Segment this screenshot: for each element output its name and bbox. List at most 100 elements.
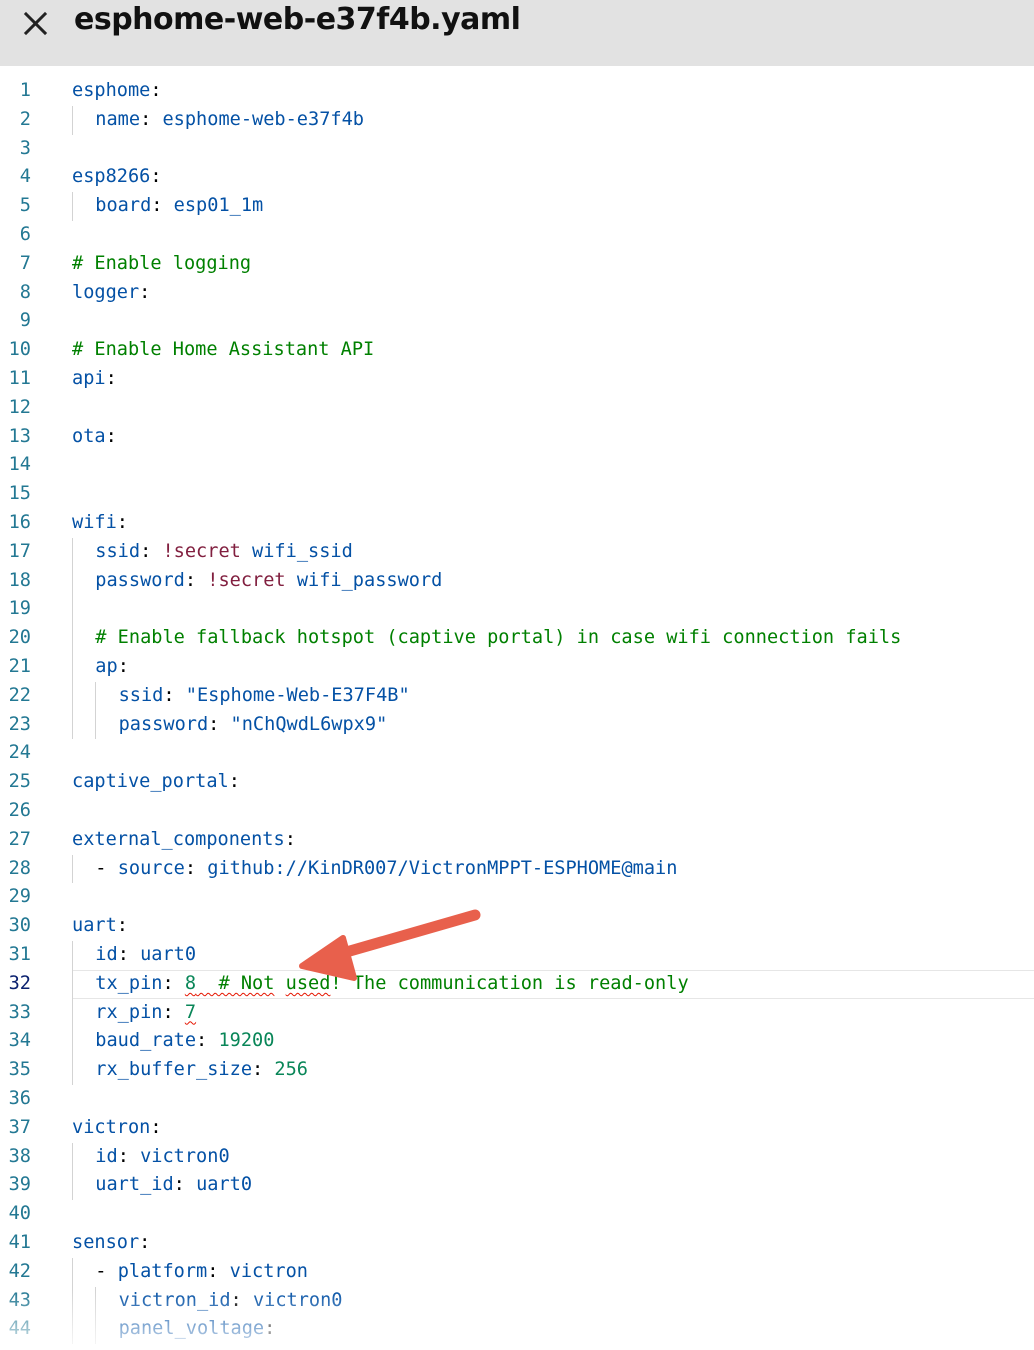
code-text: # Enable Home Assistant API: [72, 336, 374, 365]
code-line[interactable]: 41 sensor:: [0, 1229, 1034, 1258]
code-token: :: [207, 1260, 230, 1282]
code-line[interactable]: 44 panel_voltage:: [0, 1315, 1034, 1344]
code-line[interactable]: 3: [0, 135, 1034, 164]
code-token: captive_portal: [72, 771, 229, 793]
code-token: ota: [72, 425, 106, 447]
code-text: # Enable fallback hotspot (captive porta…: [95, 624, 901, 653]
code-line[interactable]: 30 uart:: [0, 912, 1034, 941]
line-number: 22: [8, 684, 31, 706]
line-number: 38: [8, 1145, 31, 1167]
code-token: 256: [274, 1059, 309, 1081]
code-line[interactable]: 18 password: !secret wifi_password: [0, 567, 1034, 596]
line-number: 31: [8, 944, 31, 965]
code-line[interactable]: 36: [0, 1085, 1034, 1114]
code-line[interactable]: 27 external_components:: [0, 826, 1034, 855]
close-button[interactable]: [18, 3, 54, 39]
code-line[interactable]: 5 board: esp01_1m: [0, 192, 1034, 221]
code-line[interactable]: 8 logger:: [0, 279, 1034, 308]
code-token: :: [252, 1059, 275, 1081]
indent-guide: [72, 1257, 73, 1345]
code-line[interactable]: 1 esphome:: [0, 77, 1034, 106]
code-line[interactable]: 12: [0, 394, 1034, 423]
code-line[interactable]: 17 ssid: !secret wifi_ssid: [0, 538, 1034, 567]
code-line[interactable]: 31 id: uart0: [0, 941, 1034, 970]
code-line[interactable]: 7 # Enable logging: [0, 250, 1034, 279]
code-token: :: [117, 944, 141, 965]
code-line[interactable]: 10 # Enable Home Assistant API: [0, 336, 1034, 365]
code-token: 7: [184, 1001, 197, 1023]
code-line[interactable]: 34 baud_rate: 19200: [0, 1027, 1034, 1056]
code-line[interactable]: 2 name: esphome-web-e37f4b: [0, 106, 1034, 135]
line-number: 4: [19, 166, 31, 188]
line-number: 28: [8, 857, 31, 879]
line-number: 30: [8, 915, 31, 937]
code-token: :: [150, 1116, 162, 1138]
code-token: logger: [72, 281, 140, 303]
code-text: external_components:: [72, 826, 296, 855]
code-text: ap:: [95, 653, 129, 682]
code-line[interactable]: 25 captive_portal:: [0, 768, 1034, 797]
code-token: !secret: [207, 569, 286, 591]
code-token: :: [117, 1145, 141, 1167]
code-line[interactable]: 11 api:: [0, 365, 1034, 394]
line-number: 5: [19, 195, 31, 217]
code-line[interactable]: 20 # Enable fallback hotspot (captive por…: [0, 624, 1034, 653]
code-line[interactable]: 39 uart_id: uart0: [0, 1171, 1034, 1200]
line-number: 43: [8, 1289, 31, 1311]
code-line[interactable]: 6: [0, 221, 1034, 250]
code-token: id: [95, 1145, 118, 1167]
line-number: 1: [19, 80, 31, 101]
code-token: :: [116, 512, 128, 533]
code-token: :: [139, 281, 151, 303]
code-token: :: [150, 166, 162, 188]
indent-guide: [72, 192, 73, 221]
code-line[interactable]: 21 ap:: [0, 653, 1034, 682]
code-token: ! The communication is read-only: [330, 972, 689, 994]
code-token: victron0: [252, 1289, 343, 1311]
code-text: id: uart0: [95, 941, 196, 970]
code-line[interactable]: 42 - platform: victron: [0, 1258, 1034, 1287]
code-line[interactable]: 23 password: "nChQwdL6wpx9": [0, 711, 1034, 740]
code-line[interactable]: 43 victron_id: victron0: [0, 1287, 1034, 1316]
code-line[interactable]: 38 id: victron0: [0, 1143, 1034, 1172]
code-line[interactable]: 40: [0, 1200, 1034, 1229]
code-text: uart_id: uart0: [95, 1171, 252, 1200]
code-line[interactable]: 26: [0, 797, 1034, 826]
line-number: 17: [8, 540, 31, 562]
code-line[interactable]: 4 esp8266:: [0, 163, 1034, 192]
line-number: 34: [8, 1030, 31, 1052]
code-token: uart_id: [95, 1174, 174, 1196]
code-line[interactable]: 37 victron:: [0, 1114, 1034, 1143]
code-token: :: [184, 857, 208, 879]
line-number: 33: [8, 1001, 31, 1023]
code-token: victron0: [140, 1145, 230, 1167]
code-token: password: [95, 569, 185, 591]
code-line[interactable]: 14: [0, 451, 1034, 480]
code-token: ssid: [95, 540, 141, 562]
code-token: wifi: [72, 512, 117, 533]
code-token: # Not: [196, 972, 275, 994]
code-line[interactable]: 16 wifi:: [0, 509, 1034, 538]
line-number: 11: [8, 368, 31, 389]
code-line[interactable]: 32 tx_pin: 8 # Not used! The communicatio…: [0, 970, 1034, 999]
code-line[interactable]: 24: [0, 739, 1034, 768]
code-line[interactable]: 33 rx_pin: 7: [0, 999, 1034, 1028]
code-editor[interactable]: 1 esphome: 2 name: esphome-web-e37f4b 3 4 esp8…: [0, 77, 1034, 1350]
line-number: 24: [8, 742, 31, 764]
code-line[interactable]: 29: [0, 883, 1034, 912]
code-line[interactable]: 22 ssid: "Esphome-Web-E37F4B": [0, 682, 1034, 711]
code-line[interactable]: 19: [0, 595, 1034, 624]
code-token: password: [118, 713, 209, 735]
code-text: rx_pin: 7: [95, 999, 196, 1028]
line-number: 37: [8, 1116, 31, 1138]
code-line[interactable]: 9: [0, 307, 1034, 336]
code-line[interactable]: 35 rx_buffer_size: 256: [0, 1056, 1034, 1085]
code-text: rx_buffer_size: 256: [95, 1056, 308, 1085]
code-text: ssid: !secret wifi_ssid: [95, 538, 353, 567]
code-line[interactable]: 13 ota:: [0, 423, 1034, 452]
code-token: :: [116, 915, 128, 937]
code-line[interactable]: 15: [0, 480, 1034, 509]
code-line[interactable]: 28 - source: github://KinDR007/VictronMPP…: [0, 855, 1034, 884]
code-token: victron_id: [118, 1289, 231, 1311]
